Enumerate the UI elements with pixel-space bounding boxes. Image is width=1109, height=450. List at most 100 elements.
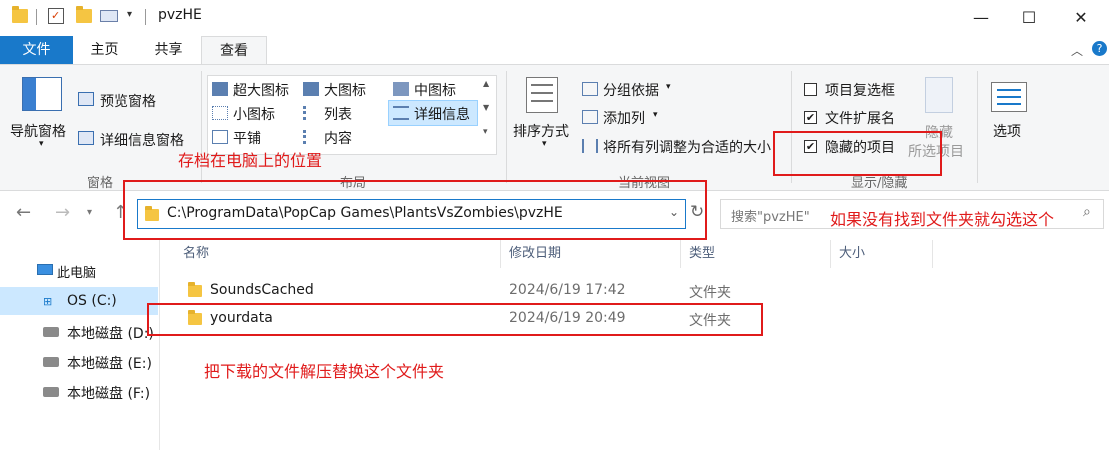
search-icon[interactable]: ⌕ xyxy=(1083,204,1091,220)
file-name: SoundsCached xyxy=(210,282,314,298)
group-by-button[interactable]: 分组依据 xyxy=(603,80,659,100)
minimize-button[interactable]: — xyxy=(958,0,1004,34)
hide-selected-icon[interactable] xyxy=(925,77,953,113)
add-columns-button[interactable]: 添加列 xyxy=(603,108,645,128)
group-divider xyxy=(506,71,507,183)
search-input[interactable]: 搜索"pvzHE" xyxy=(731,206,810,225)
group-by-icon xyxy=(582,82,598,96)
column-divider[interactable] xyxy=(830,240,831,268)
options-button[interactable]: 选项 xyxy=(993,121,1021,141)
tab-file[interactable]: 文件 xyxy=(0,36,73,64)
sort-by-icon[interactable] xyxy=(526,77,558,113)
tiles-icon xyxy=(212,130,228,144)
column-header-size[interactable]: 大小 xyxy=(839,240,865,268)
preview-pane-button[interactable]: 预览窗格 xyxy=(100,91,156,111)
tab-home[interactable]: 主页 xyxy=(73,36,136,64)
chevron-down-icon[interactable]: ▾ xyxy=(39,139,44,149)
rename-icon[interactable] xyxy=(100,10,118,22)
folder-icon xyxy=(12,6,28,23)
small-icons-option[interactable]: 小图标 xyxy=(233,104,275,124)
tiles-option[interactable]: 平铺 xyxy=(233,128,261,148)
options-icon[interactable] xyxy=(991,82,1027,112)
annotation-replace-folder: 把下载的文件解压替换这个文件夹 xyxy=(204,362,445,381)
divider xyxy=(145,9,146,25)
column-header-type[interactable]: 类型 xyxy=(689,240,715,268)
file-extensions-label[interactable]: 文件扩展名 xyxy=(825,108,895,128)
tab-share[interactable]: 共享 xyxy=(136,36,201,64)
ribbon-view: 导航窗格 ▾ 预览窗格 详细信息窗格 窗格 超大图标 大图标 中图标 小图标 列… xyxy=(0,64,1109,191)
chevron-down-icon[interactable]: ▾ xyxy=(542,139,547,149)
list-option[interactable]: 列表 xyxy=(324,104,352,124)
extra-large-icons-icon xyxy=(212,82,228,96)
file-type: 文件夹 xyxy=(689,285,731,301)
size-columns-icon xyxy=(582,139,598,153)
content-icon xyxy=(303,130,319,144)
file-extensions-checkbox[interactable]: ✔ xyxy=(804,111,817,124)
column-header-name[interactable]: 名称 xyxy=(183,240,209,268)
divider xyxy=(36,9,37,25)
large-icons-option[interactable]: 大图标 xyxy=(324,80,366,100)
column-header-date[interactable]: 修改日期 xyxy=(509,240,561,268)
details-pane-icon xyxy=(78,131,94,145)
forward-arrow-icon[interactable]: → xyxy=(55,202,70,223)
large-icons-icon xyxy=(303,82,319,96)
group-label-panes: 窗格 xyxy=(87,176,114,191)
gallery-scroll-up-icon[interactable]: ▲ xyxy=(483,79,489,88)
help-icon[interactable]: ? xyxy=(1092,41,1107,56)
sidebar-item-label: 本地磁盘 (F:) xyxy=(67,386,151,402)
computer-icon xyxy=(37,264,53,275)
size-all-columns-button[interactable]: 将所有列调整为合适的大小 xyxy=(603,137,771,157)
sidebar-item-os-c[interactable]: ⊞ OS (C:) xyxy=(0,287,158,315)
sidebar-item-drive-e[interactable]: 本地磁盘 (E:) xyxy=(0,347,158,375)
column-divider[interactable] xyxy=(500,240,501,268)
extra-large-icons-option[interactable]: 超大图标 xyxy=(233,80,289,100)
small-icons-icon xyxy=(212,106,228,120)
sidebar-item-label: 本地磁盘 (E:) xyxy=(67,356,152,372)
folder-icon xyxy=(188,282,202,297)
chevron-down-icon[interactable]: ▾ xyxy=(666,82,671,92)
sidebar-item-this-pc[interactable]: 此电脑 xyxy=(0,257,158,285)
medium-icons-icon xyxy=(393,82,409,96)
ribbon-tabs: 文件 主页 共享 查看 ︿ ? xyxy=(0,36,1109,65)
annotation-save-location: 存档在电脑上的位置 xyxy=(178,151,323,170)
window-title: pvzHE xyxy=(158,7,202,23)
group-divider xyxy=(977,71,978,183)
tab-view[interactable]: 查看 xyxy=(201,36,267,65)
new-folder-icon[interactable] xyxy=(76,6,92,23)
details-view-icon xyxy=(393,106,409,120)
close-button[interactable]: ✕ xyxy=(1058,0,1104,34)
recent-locations-icon[interactable]: ▾ xyxy=(87,207,92,218)
navigation-pane: 此电脑 ⊞ OS (C:) 本地磁盘 (D:) 本地磁盘 (E:) 本地磁盘 (… xyxy=(0,240,160,450)
properties-icon[interactable]: ✓ xyxy=(48,8,64,24)
customize-toolbar-icon[interactable]: ▾ xyxy=(127,9,132,20)
navigation-pane-button[interactable]: 导航窗格 xyxy=(10,121,66,141)
annotation-box-yourdata xyxy=(147,303,763,336)
sidebar-item-label: 此电脑 xyxy=(57,266,97,281)
navigation-pane-icon[interactable] xyxy=(22,77,62,111)
preview-pane-icon xyxy=(78,92,94,106)
gallery-scroll-down-icon[interactable]: ▼ xyxy=(483,103,489,112)
content-option[interactable]: 内容 xyxy=(324,128,352,148)
details-option[interactable]: 详细信息 xyxy=(414,104,470,124)
collapse-ribbon-icon[interactable]: ︿ xyxy=(1071,42,1083,59)
details-pane-button[interactable]: 详细信息窗格 xyxy=(100,130,184,150)
column-divider[interactable] xyxy=(680,240,681,268)
annotation-box-hidden-items xyxy=(773,131,942,176)
drive-icon xyxy=(43,327,59,337)
chevron-down-icon[interactable]: ▾ xyxy=(653,110,658,120)
maximize-button[interactable]: ☐ xyxy=(1006,0,1052,34)
sidebar-item-drive-d[interactable]: 本地磁盘 (D:) xyxy=(0,317,158,345)
table-row[interactable]: SoundsCached 2024/6/19 17:42 文件夹 xyxy=(170,278,1100,304)
column-divider[interactable] xyxy=(932,240,933,268)
sidebar-item-label: OS (C:) xyxy=(67,293,117,309)
sidebar-item-drive-f[interactable]: 本地磁盘 (F:) xyxy=(0,377,158,405)
title-bar: ✓ ▾ pvzHE — ☐ ✕ xyxy=(0,0,1109,34)
medium-icons-option[interactable]: 中图标 xyxy=(414,80,456,100)
item-checkboxes-label[interactable]: 项目复选框 xyxy=(825,80,895,100)
sort-by-button[interactable]: 排序方式 xyxy=(513,121,569,141)
list-icon xyxy=(303,106,319,120)
back-arrow-icon[interactable]: ← xyxy=(16,202,31,223)
drive-icon xyxy=(43,357,59,367)
gallery-expand-icon[interactable]: ▾ xyxy=(483,127,488,137)
item-checkboxes-checkbox[interactable] xyxy=(804,83,817,96)
